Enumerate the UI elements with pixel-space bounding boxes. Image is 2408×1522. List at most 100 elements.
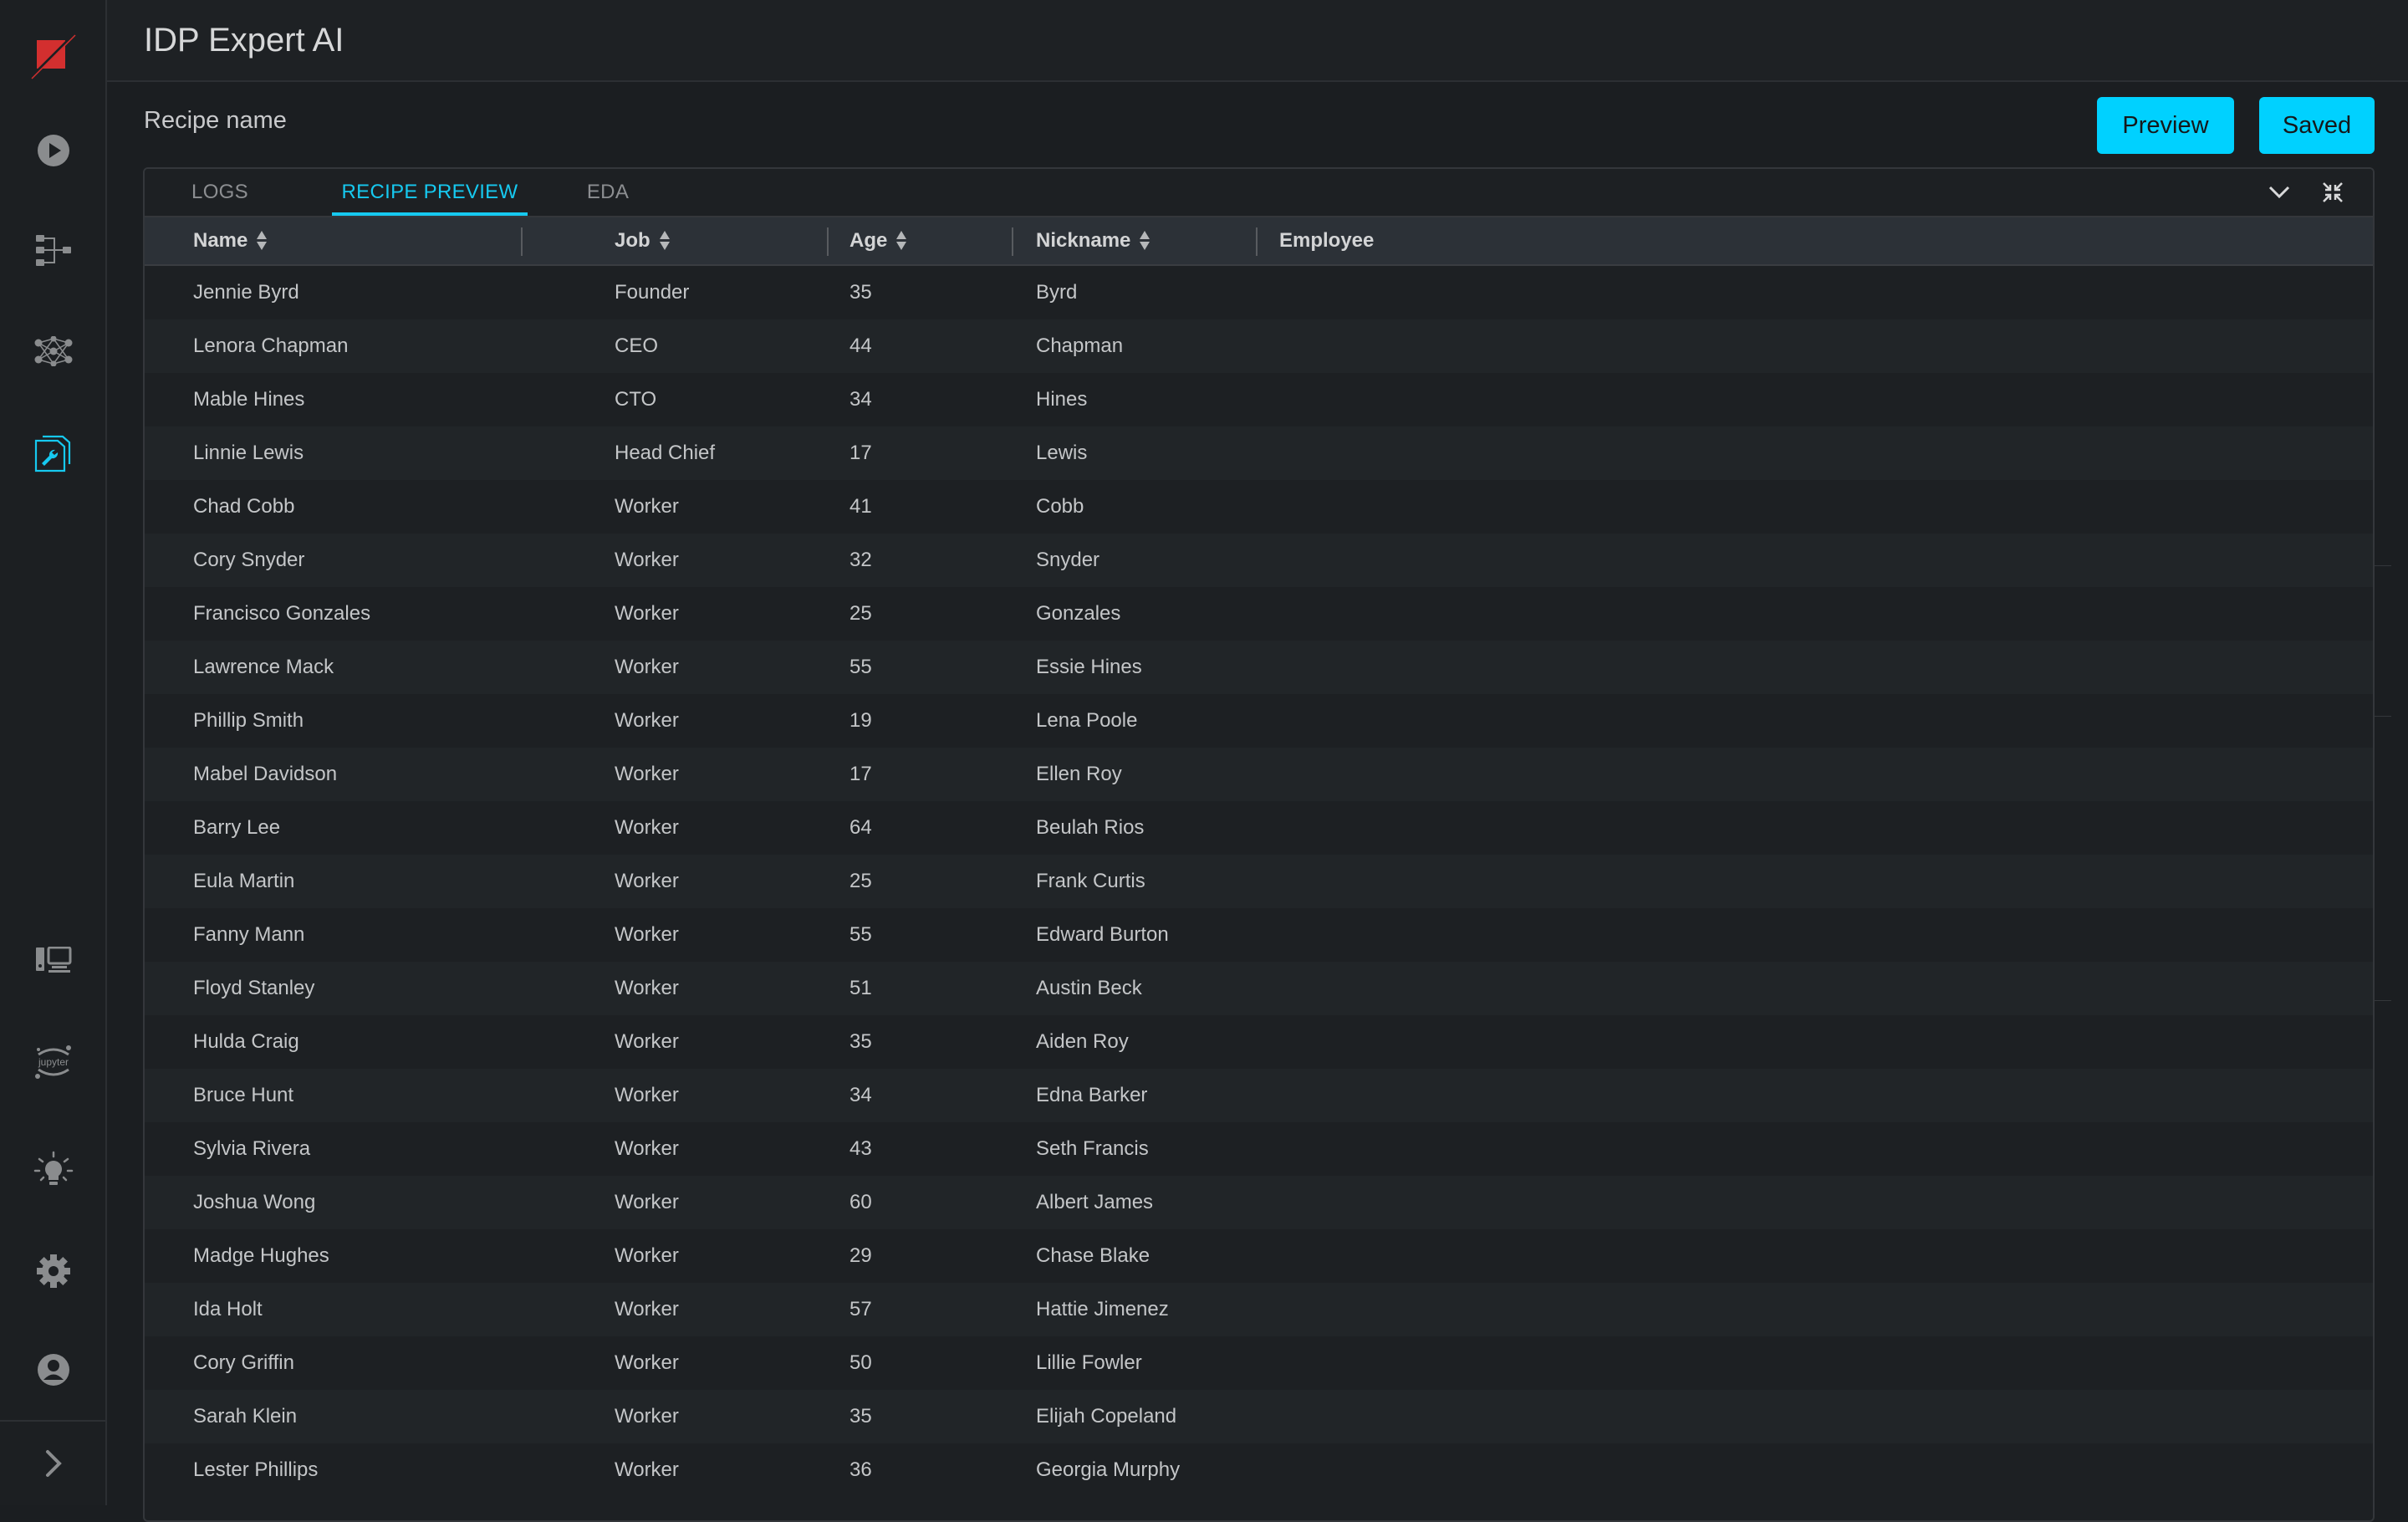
cell-age: 34 (849, 1084, 872, 1106)
column-header-label: Age (849, 229, 888, 252)
table-row[interactable]: Barry Lee Worker 64 Beulah Rios (145, 801, 2373, 855)
cell-nickname: Seth Francis (1036, 1137, 1149, 1160)
table-row[interactable]: Linnie Lewis Head Chief 17 Lewis (145, 426, 2373, 480)
column-header-label: Name (193, 229, 248, 252)
table-body: Jennie Byrd Founder 35 Byrd Lenora Chapman CE… (145, 266, 2373, 1520)
cell-job: Worker (615, 870, 679, 892)
cell-job: CEO (615, 335, 659, 357)
table-row[interactable]: Francisco Gonzales Worker 25 Gonzales (145, 587, 2373, 641)
preview-button[interactable]: Preview (2097, 97, 2234, 154)
sort-icon[interactable] (1139, 230, 1150, 252)
table-row[interactable]: Lester Phillips Worker 36 Georgia Murphy (145, 1443, 2373, 1497)
column-header-label: Nickname (1036, 229, 1131, 252)
cell-job: Worker (615, 495, 679, 518)
column-resizer[interactable] (521, 227, 523, 256)
cell-age: 32 (849, 549, 872, 571)
table-row[interactable]: Floyd Stanley Worker 51 Austin Beck (145, 962, 2373, 1015)
cell-nickname: Edward Burton (1036, 923, 1169, 946)
cell-name: Linnie Lewis (193, 442, 304, 464)
column-resizer[interactable] (827, 227, 829, 256)
table-row[interactable]: Mable Hines CTO 34 Hines (145, 373, 2373, 426)
cell-age: 51 (849, 977, 872, 999)
column-header-job[interactable]: Job (615, 217, 671, 264)
table-row[interactable]: Fanny Mann Worker 55 Edward Burton (145, 908, 2373, 962)
sort-icon[interactable] (659, 230, 671, 252)
table-row[interactable]: Sylvia Rivera Worker 43 Seth Francis (145, 1122, 2373, 1176)
cell-age: 17 (849, 763, 872, 785)
cell-job: Worker (615, 1191, 679, 1213)
column-header-age[interactable]: Age (849, 217, 907, 264)
cell-job: Worker (615, 1137, 679, 1160)
cell-job: CTO (615, 388, 657, 411)
recipe-name-label: Recipe name (144, 107, 287, 134)
column-header-employee[interactable]: Employee (1279, 217, 1374, 264)
cell-age: 55 (849, 656, 872, 678)
table-row[interactable]: Phillip Smith Worker 19 Lena Poole (145, 694, 2373, 748)
desktop-icon[interactable] (0, 927, 107, 993)
app-header: IDP Expert AI (107, 0, 2408, 82)
cell-age: 35 (849, 1405, 872, 1428)
table-row[interactable]: Cory Snyder Worker 32 Snyder (145, 534, 2373, 587)
divider (2375, 1000, 2391, 1001)
play-icon[interactable] (0, 117, 107, 184)
table-row[interactable]: Madge Hughes Worker 29 Chase Blake (145, 1229, 2373, 1283)
jupyter-icon[interactable]: jupyter (0, 1029, 107, 1096)
table-row[interactable]: Hulda Craig Worker 35 Aiden Roy (145, 1015, 2373, 1069)
cell-name: Ida Holt (193, 1298, 263, 1320)
logo-icon[interactable] (0, 23, 107, 90)
divider (2375, 716, 2391, 717)
recipe-wrench-icon[interactable] (0, 420, 107, 487)
table-row[interactable]: Eula Martin Worker 25 Frank Curtis (145, 855, 2373, 908)
table-header: Name Job Age Nickname Employee (145, 216, 2373, 266)
column-header-name[interactable]: Name (193, 217, 268, 264)
collapse-icon[interactable] (2316, 177, 2349, 207)
cell-name: Jennie Byrd (193, 281, 299, 304)
column-header-label: Employee (1279, 229, 1375, 252)
cell-job: Worker (615, 1458, 679, 1481)
cell-name: Lester Phillips (193, 1458, 319, 1481)
tab-eda[interactable]: EDA (574, 169, 641, 216)
cell-age: 19 (849, 709, 872, 732)
table-row[interactable]: Joshua Wong Worker 60 Albert James (145, 1176, 2373, 1229)
table-row[interactable]: Mabel Davidson Worker 17 Ellen Roy (145, 748, 2373, 801)
column-resizer[interactable] (1256, 227, 1258, 256)
table-row[interactable]: Sarah Klein Worker 35 Elijah Copeland (145, 1390, 2373, 1443)
cell-name: Cory Griffin (193, 1351, 294, 1374)
table-row[interactable]: Bruce Hunt Worker 34 Edna Barker (145, 1069, 2373, 1122)
cell-name: Chad Cobb (193, 495, 295, 518)
neural-network-icon[interactable] (0, 318, 107, 385)
sort-icon[interactable] (895, 230, 907, 252)
lightbulb-icon[interactable] (0, 1137, 107, 1204)
cell-job: Worker (615, 1030, 679, 1053)
cell-name: Francisco Gonzales (193, 602, 371, 625)
table-row[interactable]: Ida Holt Worker 57 Hattie Jimenez (145, 1283, 2373, 1336)
cell-age: 29 (849, 1244, 872, 1267)
cell-job: Worker (615, 1351, 679, 1374)
tab-recipe-preview[interactable]: RECIPE PREVIEW (332, 169, 528, 216)
hierarchy-icon[interactable] (0, 217, 107, 284)
column-header-nickname[interactable]: Nickname (1036, 217, 1150, 264)
column-header-label: Job (615, 229, 650, 252)
table-row[interactable]: Lawrence Mack Worker 55 Essie Hines (145, 641, 2373, 694)
tab-logs[interactable]: LOGS (178, 169, 262, 216)
cell-nickname: Frank Curtis (1036, 870, 1145, 892)
cell-age: 25 (849, 602, 872, 625)
chevron-down-icon[interactable] (2263, 177, 2296, 207)
cell-job: Worker (615, 1298, 679, 1320)
cell-name: Lawrence Mack (193, 656, 334, 678)
sort-icon[interactable] (256, 230, 268, 252)
saved-button[interactable]: Saved (2259, 97, 2375, 154)
chevron-right-icon[interactable] (0, 1430, 107, 1497)
user-icon[interactable] (0, 1336, 107, 1403)
cell-age: 43 (849, 1137, 872, 1160)
cell-nickname: Chapman (1036, 335, 1124, 357)
cell-name: Hulda Craig (193, 1030, 299, 1053)
table-row[interactable]: Lenora Chapman CEO 44 Chapman (145, 319, 2373, 373)
table-row[interactable]: Cory Griffin Worker 50 Lillie Fowler (145, 1336, 2373, 1390)
cell-age: 57 (849, 1298, 872, 1320)
table-row[interactable]: Jennie Byrd Founder 35 Byrd (145, 266, 2373, 319)
cell-nickname: Hattie Jimenez (1036, 1298, 1169, 1320)
column-resizer[interactable] (1012, 227, 1013, 256)
gear-icon[interactable] (0, 1238, 107, 1305)
table-row[interactable]: Chad Cobb Worker 41 Cobb (145, 480, 2373, 534)
